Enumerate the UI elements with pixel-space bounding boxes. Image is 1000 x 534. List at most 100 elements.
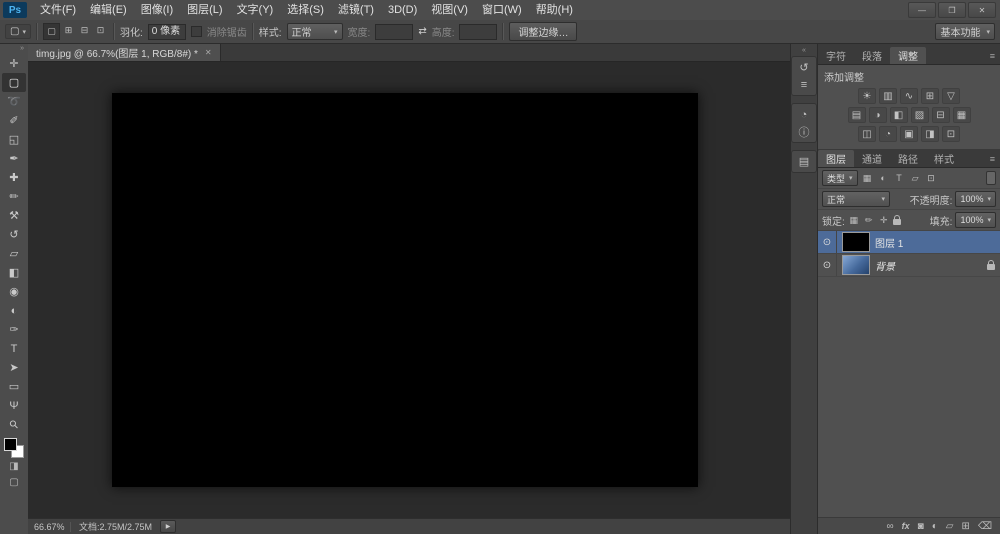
menu-edit[interactable]: 编辑(E) <box>83 0 134 20</box>
crop-tool[interactable]: ◱ <box>2 130 26 149</box>
threshold-icon[interactable]: ▣ <box>900 126 918 142</box>
antialias-checkbox[interactable] <box>191 26 202 37</box>
tab-channels[interactable]: 通道 <box>854 150 890 167</box>
subtract-from-selection-icon[interactable]: ⊟ <box>77 23 92 38</box>
new-layer-icon[interactable]: ⊞ <box>961 521 969 532</box>
clone-stamp-tool[interactable]: ⚒ <box>2 206 26 225</box>
path-selection-tool[interactable]: ➤ <box>2 358 26 377</box>
fill-select[interactable]: 100% ▾ <box>955 212 996 228</box>
filter-pixel-layers-icon[interactable]: ▦ <box>861 172 874 185</box>
selective-color-icon[interactable]: ⊡ <box>942 126 960 142</box>
color-lookup-icon[interactable]: ▦ <box>953 107 971 123</box>
zoom-tool[interactable]: ⚲ <box>2 415 26 434</box>
expand-dock-icon[interactable]: « <box>802 46 806 56</box>
menu-layer[interactable]: 图层(L) <box>180 0 229 20</box>
filter-smart-objects-icon[interactable]: ⊡ <box>925 172 938 185</box>
menu-image[interactable]: 图像(I) <box>134 0 180 20</box>
levels-icon[interactable]: ▥ <box>879 88 897 104</box>
exposure-icon[interactable]: ⊞ <box>921 88 939 104</box>
status-options-button[interactable]: ▶ <box>160 520 176 533</box>
menu-filter[interactable]: 滤镜(T) <box>331 0 381 20</box>
filter-toggle-switch[interactable] <box>986 171 996 185</box>
photo-filter-icon[interactable]: ▨ <box>911 107 929 123</box>
document-tab[interactable]: timg.jpg @ 66.7%(图层 1, RGB/8#) * ✕ <box>28 44 221 61</box>
tab-paragraph[interactable]: 段落 <box>854 47 890 64</box>
quick-mask-icon[interactable]: ◨ <box>2 458 26 474</box>
layer-row-layer-1[interactable]: ⊙ 图层 1 <box>818 231 1000 254</box>
minimize-button[interactable]: — <box>908 2 936 18</box>
panel-menu-icon[interactable]: ≡ <box>985 47 1000 64</box>
add-layer-mask-icon[interactable]: ◙ <box>918 521 924 532</box>
rectangular-marquee-tool[interactable]: ▢ <box>2 73 26 92</box>
eraser-tool[interactable]: ▱ <box>2 244 26 263</box>
brightness-contrast-icon[interactable]: ☀ <box>858 88 876 104</box>
actions-panel-icon[interactable]: ≡ <box>794 76 814 93</box>
history-panel-icon[interactable]: ↺ <box>794 59 814 76</box>
close-button[interactable]: ✕ <box>968 2 996 18</box>
restore-button[interactable]: ❐ <box>938 2 966 18</box>
tab-character[interactable]: 字符 <box>818 47 854 64</box>
eyedropper-tool[interactable]: ✒ <box>2 149 26 168</box>
timeline-panel-icon[interactable]: ▤ <box>794 153 814 170</box>
invert-icon[interactable]: ◫ <box>858 126 876 142</box>
layer-effects-icon[interactable]: fx <box>902 521 910 531</box>
filter-shape-layers-icon[interactable]: ▱ <box>909 172 922 185</box>
refine-edge-button[interactable]: 调整边缘… <box>509 22 577 41</box>
tool-preset-picker[interactable]: ▢ ▾ <box>5 24 31 39</box>
link-layers-icon[interactable]: ∞ <box>887 521 894 532</box>
tab-adjustments[interactable]: 调整 <box>890 47 926 64</box>
blur-tool[interactable]: ◉ <box>2 282 26 301</box>
blend-mode-select[interactable]: 正常 ▾ <box>822 191 890 207</box>
spot-healing-brush-tool[interactable]: ✚ <box>2 168 26 187</box>
lock-transparency-icon[interactable]: ▦ <box>848 214 860 227</box>
visibility-eye-icon[interactable]: ⊙ <box>818 254 837 276</box>
channel-mixer-icon[interactable]: ⊟ <box>932 107 950 123</box>
quick-selection-tool[interactable]: ✐ <box>2 111 26 130</box>
lock-pixels-icon[interactable]: ✏ <box>863 214 875 227</box>
move-tool[interactable]: ✛ <box>2 54 26 73</box>
layer-row-background[interactable]: ⊙ 背景 <box>818 254 1000 277</box>
opacity-select[interactable]: 100% ▾ <box>955 191 996 207</box>
width-input[interactable] <box>375 24 413 40</box>
menu-file[interactable]: 文件(F) <box>33 0 83 20</box>
add-to-selection-icon[interactable]: ⊞ <box>61 23 76 38</box>
menu-help[interactable]: 帮助(H) <box>529 0 580 20</box>
menu-select[interactable]: 选择(S) <box>280 0 331 20</box>
color-balance-icon[interactable]: ◑ <box>869 107 887 123</box>
new-group-icon[interactable]: ▱ <box>946 521 954 532</box>
zoom-level-field[interactable]: 66.67% <box>32 522 71 532</box>
filter-type-layers-icon[interactable]: T <box>893 172 906 185</box>
hand-tool[interactable]: Ψ <box>2 396 26 415</box>
tab-paths[interactable]: 路径 <box>890 150 926 167</box>
curves-icon[interactable]: ∿ <box>900 88 918 104</box>
tab-styles[interactable]: 样式 <box>926 150 962 167</box>
menu-type[interactable]: 文字(Y) <box>230 0 281 20</box>
history-brush-tool[interactable]: ↺ <box>2 225 26 244</box>
new-adjustment-layer-icon[interactable]: ◐ <box>932 521 938 532</box>
lock-position-icon[interactable]: ✛ <box>878 214 890 227</box>
feather-input[interactable]: 0 像素 <box>148 24 186 40</box>
gradient-tool[interactable]: ◧ <box>2 263 26 282</box>
menu-view[interactable]: 视图(V) <box>424 0 475 20</box>
layer-thumbnail[interactable] <box>842 255 870 275</box>
menu-window[interactable]: 窗口(W) <box>475 0 529 20</box>
rectangle-shape-tool[interactable]: ▭ <box>2 377 26 396</box>
intersect-selection-icon[interactable]: ⊡ <box>93 23 108 38</box>
canvas[interactable] <box>112 93 698 487</box>
screen-mode-icon[interactable]: ▢ <box>2 474 26 490</box>
info-panel-icon[interactable]: ⓘ <box>794 123 814 140</box>
black-white-icon[interactable]: ◧ <box>890 107 908 123</box>
gradient-map-icon[interactable]: ◨ <box>921 126 939 142</box>
panel-menu-icon[interactable]: ≡ <box>985 150 1000 167</box>
height-input[interactable] <box>459 24 497 40</box>
lasso-tool[interactable]: ➰ <box>2 92 26 111</box>
style-select[interactable]: 正常 ▾ <box>287 23 343 40</box>
swap-dimensions-icon[interactable]: ⇄ <box>418 26 426 37</box>
menu-3d[interactable]: 3D(D) <box>381 0 424 20</box>
layer-name[interactable]: 背景 <box>875 258 895 273</box>
layer-thumbnail[interactable] <box>842 232 870 252</box>
hue-saturation-icon[interactable]: ▤ <box>848 107 866 123</box>
delete-layer-icon[interactable]: ⌫ <box>978 521 992 532</box>
pen-tool[interactable]: ✑ <box>2 320 26 339</box>
brush-tool[interactable]: ✏ <box>2 187 26 206</box>
